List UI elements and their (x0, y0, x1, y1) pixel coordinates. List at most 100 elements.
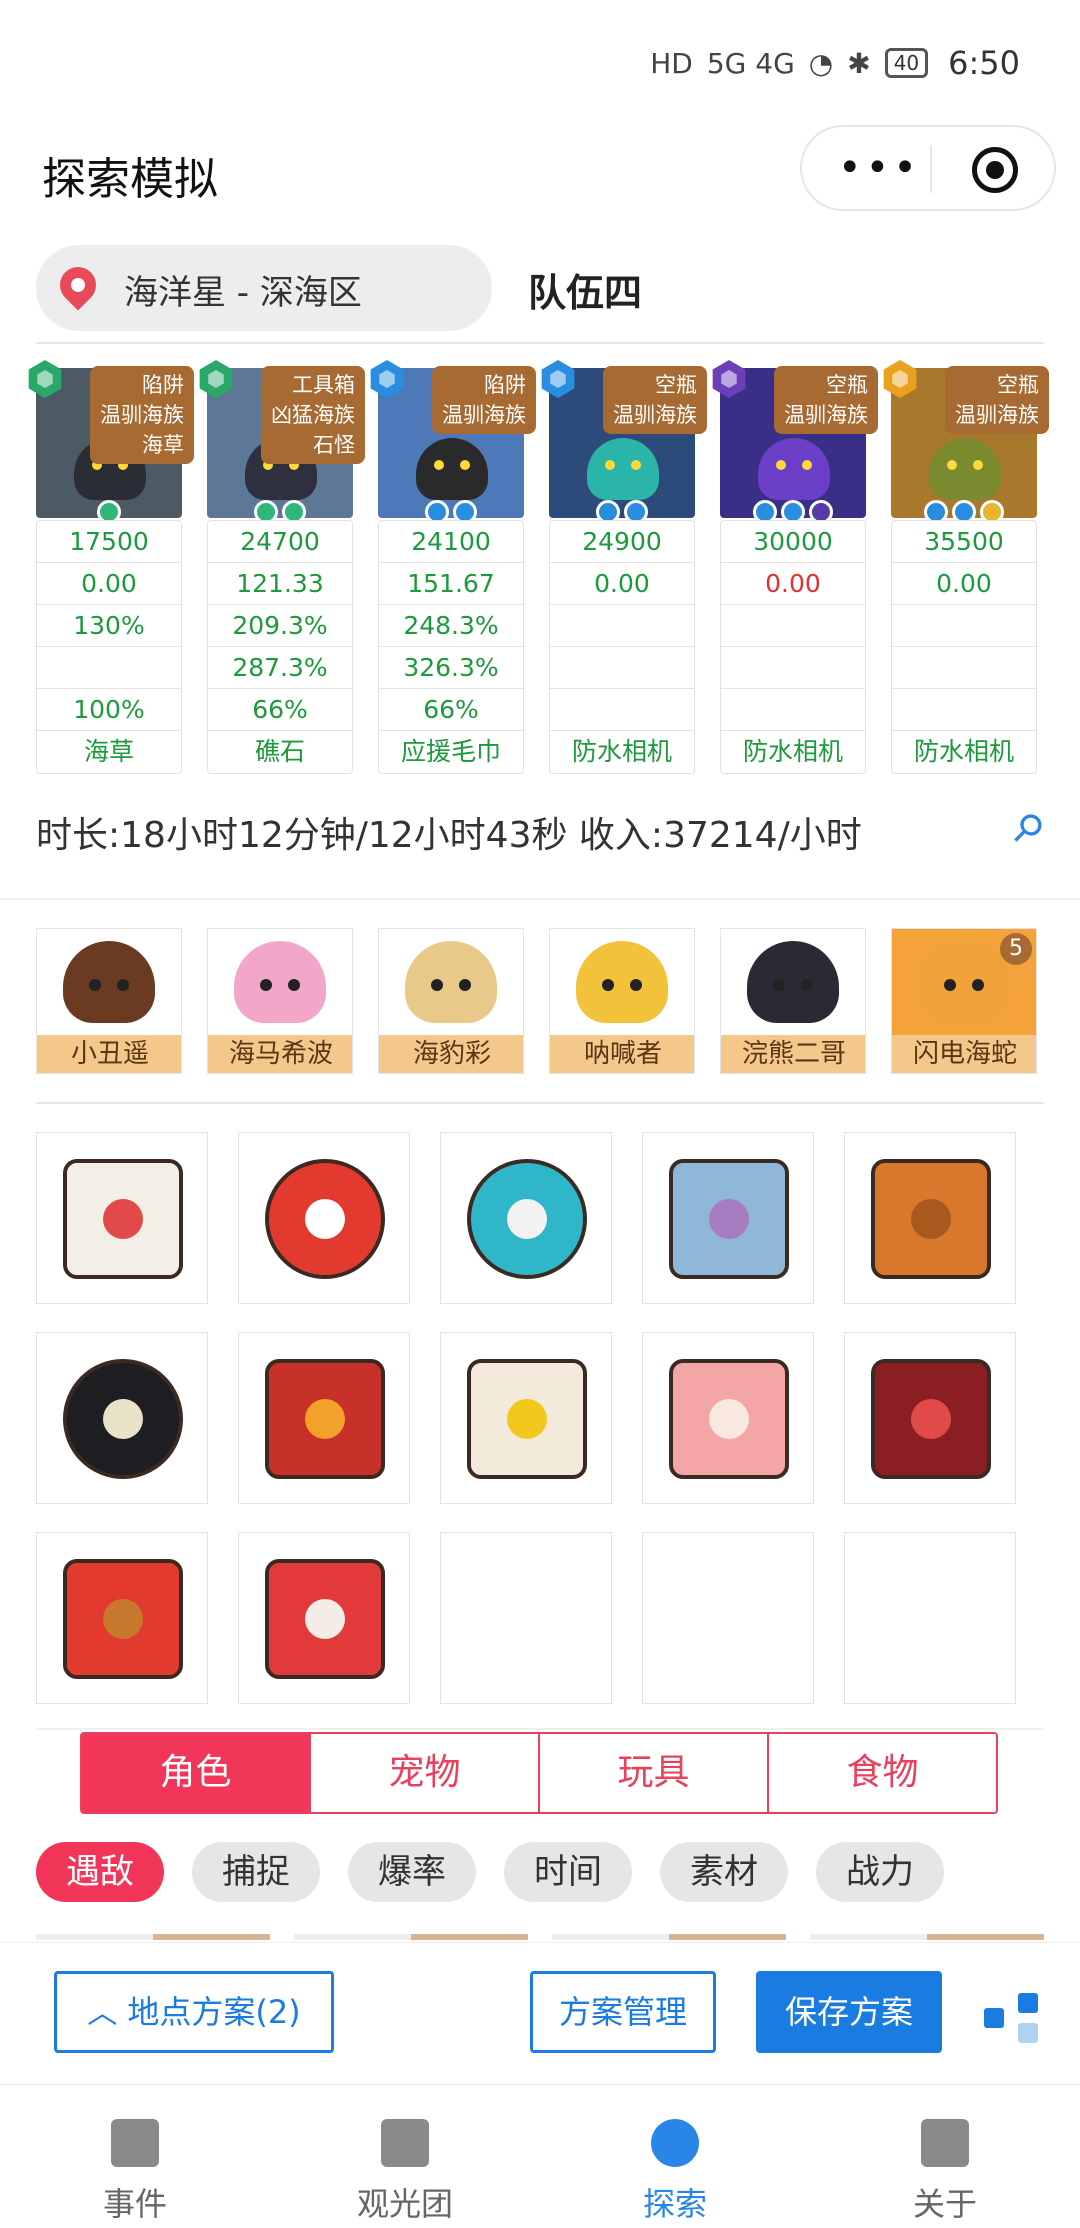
hd-icon: HD (650, 46, 693, 80)
item-detail (506, 1398, 548, 1440)
duration-summary: 时长:18小时12分钟/12小时43秒 收入:37214/小时 (36, 815, 862, 856)
tab-3[interactable]: 食物 (769, 1734, 996, 1812)
tab-2[interactable]: 玩具 (540, 1734, 769, 1812)
item-slot[interactable] (642, 1132, 814, 1304)
monster-stat-cell (550, 647, 694, 689)
filter-chip[interactable]: 捕捉 (192, 1842, 320, 1902)
pet-name: 小丑遥 (37, 1035, 181, 1073)
item-grid (36, 1132, 1036, 1704)
tire-icon (63, 1359, 183, 1479)
pet-name: 闪电海蛇 (892, 1035, 1036, 1073)
tab-0[interactable]: 角色 (82, 1734, 311, 1812)
pet-eye (801, 979, 813, 991)
item-detail (506, 1198, 548, 1240)
item-slot[interactable] (36, 1132, 208, 1304)
item-detail (102, 1598, 144, 1640)
save-plan-button[interactable]: 保存方案 (756, 1971, 942, 2053)
item-slot[interactable] (238, 1132, 410, 1304)
filter-chip[interactable]: 时间 (504, 1842, 632, 1902)
pet-card[interactable]: 闪电海蛇 5 (891, 928, 1037, 1074)
monster-stats: 24100 151.67 248.3% 326.3% 66% 应援毛巾 (378, 520, 524, 774)
monster-eye (802, 460, 812, 470)
target-icon[interactable] (972, 147, 1018, 193)
monster-stat-cell: 礁石 (254, 737, 305, 766)
tab-1[interactable]: 宠物 (311, 1734, 540, 1812)
divider (36, 1102, 1044, 1104)
location-pin-icon (52, 259, 104, 311)
monster-stat-cell (892, 689, 1036, 731)
pet-card[interactable]: 浣熊二哥 (720, 928, 866, 1074)
nav-item-1[interactable]: 观光团 (270, 2085, 540, 2228)
pet-card[interactable]: 呐喊者 (549, 928, 695, 1074)
item-slot[interactable] (642, 1532, 814, 1704)
monster-tag: 空瓶 温驯海族 (945, 366, 1049, 434)
app-header: 探索模拟 ••• (0, 125, 1080, 245)
team-name[interactable]: 队伍四 (528, 262, 642, 317)
item-slot[interactable] (440, 1532, 612, 1704)
pet-eye (260, 979, 272, 991)
monster-stat-cell: 应援毛巾 (400, 737, 501, 766)
location-plans-button[interactable]: ︿ 地点方案(2) (54, 1971, 334, 2053)
filter-chip[interactable]: 遇敌 (36, 1842, 164, 1902)
manage-plans-button[interactable]: 方案管理 (530, 1971, 716, 2053)
item-slot[interactable] (844, 1132, 1016, 1304)
pet-portrait (234, 941, 326, 1023)
pet-card[interactable]: 海马希波 (207, 928, 353, 1074)
monster-eye (434, 460, 444, 470)
item-detail (102, 1198, 144, 1240)
item-slot[interactable] (36, 1532, 208, 1704)
item-detail (910, 1198, 952, 1240)
pet-card[interactable]: 小丑遥 (36, 928, 182, 1074)
list-icon (921, 2119, 969, 2167)
pet-eye (972, 979, 984, 991)
monster-stat-cell: 287.3% (208, 647, 352, 689)
item-slot[interactable] (238, 1332, 410, 1504)
item-slot[interactable] (440, 1332, 612, 1504)
pet-eye (89, 979, 101, 991)
pet-eye (117, 979, 129, 991)
pet-name: 海马希波 (208, 1035, 352, 1073)
item-detail (304, 1598, 346, 1640)
monster-stat-cell: 0.00 (721, 563, 865, 605)
pin-icon[interactable]: ⚲ (1003, 803, 1054, 854)
monster-columns: 陷阱 温驯海族 海草 17500 0.00 130% 100% 海草 工具箱 凶猛海族 石怪 2470… (28, 360, 1056, 775)
monster-stat-cell: 326.3% (379, 647, 523, 689)
monster-stat-cell: 151.67 (379, 563, 523, 605)
monster-stat-cell: 30000 (721, 521, 865, 563)
filter-chips: 遇敌 捕捉 爆率 时间 素材 战力 (36, 1842, 944, 1904)
filter-chip[interactable]: 爆率 (348, 1842, 476, 1902)
nav-item-0[interactable]: 事件 (0, 2085, 270, 2228)
more-dots-icon[interactable]: ••• (838, 145, 921, 191)
share-icon[interactable] (984, 1993, 1040, 2043)
monster-stat-cell: 防水相机 (913, 737, 1014, 766)
food-box-icon (265, 1359, 385, 1479)
location-selector[interactable]: 海洋星 - 深海区 (36, 245, 492, 331)
pet-card[interactable]: 海豹彩 (378, 928, 524, 1074)
item-slot[interactable] (36, 1332, 208, 1504)
chevron-up-icon: ︿ (87, 1996, 118, 2031)
nav-label: 观光团 (356, 2185, 453, 2223)
pet-count-badge: 5 (1000, 933, 1032, 965)
pet-portrait (63, 941, 155, 1023)
item-slot[interactable] (844, 1332, 1016, 1504)
monster-stat-cell (721, 605, 865, 647)
filter-chip[interactable]: 素材 (660, 1842, 788, 1902)
monster-eye (460, 460, 470, 470)
item-slot[interactable] (844, 1532, 1016, 1704)
monster-tag: 陷阱 温驯海族 (432, 366, 536, 434)
pet-name: 呐喊者 (550, 1035, 694, 1073)
item-detail (708, 1198, 750, 1240)
nav-item-2[interactable]: 探索 (540, 2085, 810, 2228)
divider (0, 898, 1080, 900)
category-tabs: 角色 宠物 玩具 食物 (80, 1732, 998, 1814)
status-bar: HD 5G 4G ◔ ✱ 40 6:50 (0, 0, 1080, 125)
filter-chip[interactable]: 战力 (816, 1842, 944, 1902)
pet-name: 浣熊二哥 (721, 1035, 865, 1073)
location-name: 海洋星 - 深海区 (124, 273, 362, 313)
item-slot[interactable] (440, 1132, 612, 1304)
monster-stat-cell: 248.3% (379, 605, 523, 647)
nav-item-3[interactable]: 关于 (810, 2085, 1080, 2228)
item-slot[interactable] (238, 1532, 410, 1704)
item-slot[interactable] (642, 1332, 814, 1504)
potion-bottle-icon (265, 1559, 385, 1679)
